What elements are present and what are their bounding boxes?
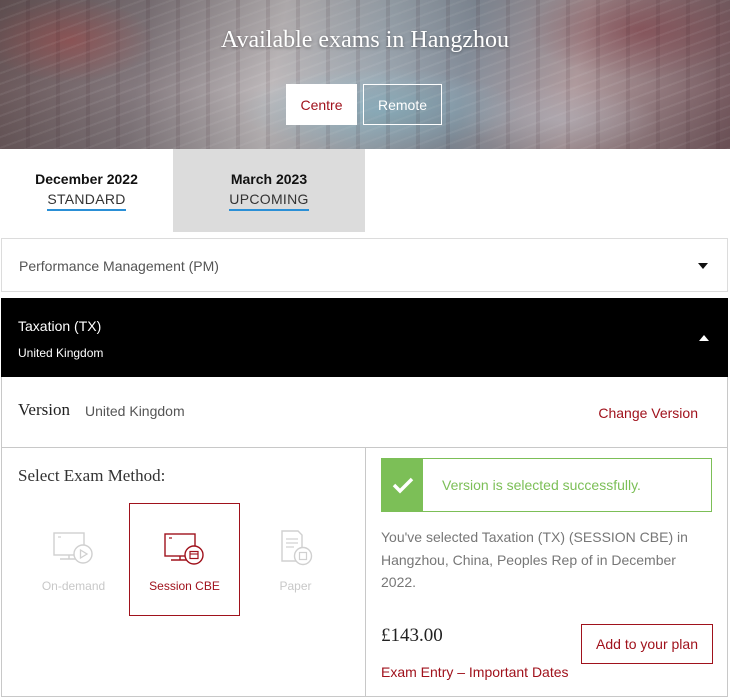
important-dates-link[interactable]: Exam Entry – Important Dates <box>381 664 569 680</box>
chevron-down-icon <box>698 263 708 269</box>
version-value: United Kingdom <box>85 403 185 419</box>
change-version-link[interactable]: Change Version <box>598 405 698 421</box>
method-on-demand[interactable]: On-demand <box>18 503 129 616</box>
exam-version-sub: United Kingdom <box>18 346 104 360</box>
method-label: On-demand <box>41 579 106 593</box>
exam-price: £143.00 <box>381 625 443 646</box>
method-title: Select Exam Method: <box>18 466 166 485</box>
exam-detail-panel: Version United Kingdom Change Version Se… <box>1 377 728 697</box>
version-row: Version United Kingdom Change Version <box>2 377 727 448</box>
remote-button[interactable]: Remote <box>363 84 442 125</box>
monitor-play-icon <box>52 532 93 564</box>
exam-row-pm[interactable]: Performance Management (PM) <box>1 238 728 292</box>
exam-row-tx[interactable]: Taxation (TX) United Kingdom <box>1 298 728 377</box>
chevron-up-icon <box>699 335 709 341</box>
tab-date: March 2023 <box>230 171 308 187</box>
paper-icon <box>280 530 312 566</box>
session-tabs: December 2022 STANDARD March 2023 UPCOMI… <box>0 149 730 232</box>
check-icon <box>382 459 423 511</box>
success-alert: Version is selected successfully. <box>381 458 712 512</box>
method-label: Session CBE <box>149 579 220 593</box>
tab-december-2022[interactable]: December 2022 STANDARD <box>0 149 173 232</box>
monitor-calendar-icon <box>163 533 204 565</box>
selection-summary: Version is selected successfully. You've… <box>366 448 727 697</box>
success-message: Version is selected successfully. <box>442 477 641 493</box>
selection-description: You've selected Taxation (TX) (SESSION C… <box>381 529 688 590</box>
method-session-cbe[interactable]: Session CBE <box>129 503 240 616</box>
hero-banner: Available exams in Hangzhou Centre Remot… <box>0 0 730 149</box>
page-title: Available exams in Hangzhou <box>220 27 510 53</box>
version-label: Version <box>18 400 70 419</box>
exam-method-section: Select Exam Method: On-demand Session CB… <box>2 448 366 697</box>
add-to-plan-button[interactable]: Add to your plan <box>581 624 713 664</box>
tab-status: STANDARD <box>47 191 126 211</box>
tab-status: UPCOMING <box>229 191 309 211</box>
exam-label: Taxation (TX) <box>18 318 102 334</box>
tab-march-2023[interactable]: March 2023 UPCOMING <box>173 149 365 232</box>
tab-date: December 2022 <box>35 171 138 187</box>
centre-button[interactable]: Centre <box>286 84 357 125</box>
exam-label: Performance Management (PM) <box>19 258 219 274</box>
method-paper[interactable]: Paper <box>240 503 351 616</box>
method-label: Paper <box>279 579 312 593</box>
